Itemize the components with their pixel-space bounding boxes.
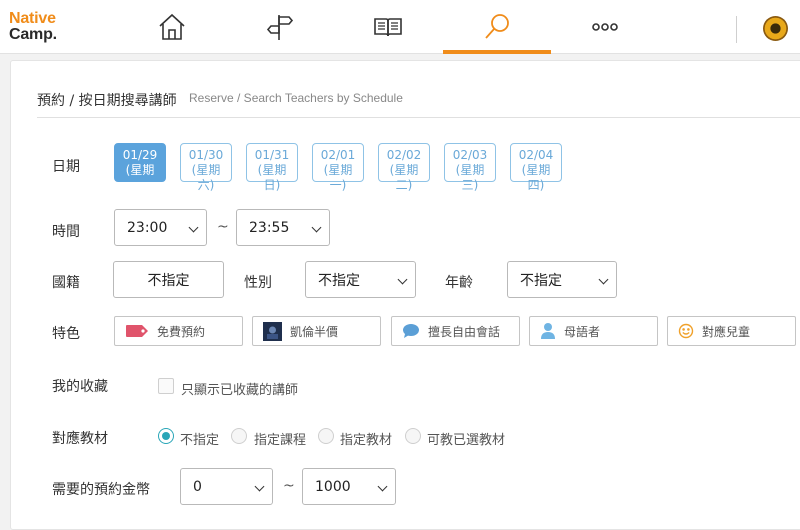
feature-free-reservation[interactable]: 免費預約 [114, 316, 243, 346]
nav-more[interactable] [551, 0, 659, 54]
more-icon [592, 23, 618, 31]
date-chip-day: (星期 [521, 163, 551, 177]
date-chip[interactable]: 01/29 (星期 [114, 143, 166, 182]
chevron-down-icon [397, 274, 408, 285]
date-chip-day: (星期 [389, 163, 419, 177]
date-chip-day: (星期 [455, 163, 485, 177]
user-avatar[interactable] [763, 16, 788, 41]
date-label: 日期 [52, 159, 80, 175]
chevron-down-icon [377, 481, 388, 492]
materials-option-label[interactable]: 指定教材 [340, 429, 392, 448]
feature-half-price[interactable]: 凱倫半價 [252, 316, 381, 346]
favorites-only-label[interactable]: 只顯示已收藏的講師 [181, 379, 298, 398]
top-header: Native Camp. [0, 0, 800, 54]
header-divider [736, 16, 737, 43]
date-chip-extra: 四) [527, 178, 545, 192]
materials-radio-course[interactable] [231, 428, 247, 444]
page-subtitle: Reserve / Search Teachers by Schedule [189, 91, 403, 105]
age-select[interactable]: 不指定 [507, 261, 617, 298]
date-chip-extra: 三) [461, 178, 479, 192]
materials-label: 對應教材 [52, 431, 108, 447]
favorites-label: 我的收藏 [52, 379, 108, 395]
date-chip[interactable]: 02/01 (星期 一) [312, 143, 364, 192]
date-chip[interactable]: 02/02 (星期 二) [378, 143, 430, 192]
favorites-only-checkbox[interactable] [158, 378, 174, 394]
chevron-down-icon [311, 222, 322, 233]
feature-native-speaker[interactable]: 母語者 [529, 316, 658, 346]
date-chip-date: 02/02 [386, 148, 422, 162]
features-label: 特色 [52, 326, 80, 342]
date-chip-date: 02/01 [320, 148, 356, 162]
nav-signpost[interactable] [226, 0, 334, 54]
smiley-icon [678, 323, 694, 339]
materials-option-label[interactable]: 指定課程 [254, 429, 306, 448]
date-chip-day: (星期 [191, 163, 221, 177]
age-label: 年齡 [445, 275, 473, 291]
date-chip-day: (星期 [323, 163, 353, 177]
search-icon [485, 14, 509, 39]
speech-bubble-icon [403, 324, 419, 338]
materials-option-label[interactable]: 不指定 [180, 429, 219, 448]
time-range-tilde: ~ [217, 219, 229, 235]
teacher-photo-icon [263, 321, 282, 341]
nationality-button[interactable]: 不指定 [113, 261, 224, 298]
signpost-icon [266, 15, 294, 40]
time-label: 時間 [52, 224, 80, 240]
time-to-select[interactable]: 23:55 [236, 209, 330, 246]
nationality-label: 國籍 [52, 275, 80, 291]
time-from-select[interactable]: 23:00 [114, 209, 207, 246]
date-chip-date: 01/31 [254, 148, 290, 162]
materials-radio-selected-textbook[interactable] [405, 428, 421, 444]
person-icon [541, 323, 555, 339]
date-chip[interactable]: 02/03 (星期 三) [444, 143, 496, 192]
feature-free-conversation[interactable]: 擅長自由會話 [391, 316, 520, 346]
date-chip-date: 01/29 [122, 148, 158, 162]
date-chip[interactable]: 01/30 (星期 六) [180, 143, 232, 192]
home-icon [159, 13, 185, 40]
date-chip-extra: 日) [263, 178, 281, 192]
materials-radio-textbook[interactable] [318, 428, 334, 444]
date-chip-day: (星期 [125, 163, 155, 177]
date-chip-day: (星期 [257, 163, 287, 177]
date-chip[interactable]: 01/31 (星期 日) [246, 143, 298, 192]
nav-home[interactable] [118, 0, 226, 54]
book-icon [374, 18, 402, 37]
materials-option-label[interactable]: 可教已選教材 [427, 429, 505, 448]
date-chip-extra: 六) [197, 178, 215, 192]
title-divider [37, 117, 800, 118]
date-chip-extra: 一) [329, 178, 347, 192]
chevron-down-icon [254, 481, 265, 492]
tag-icon [126, 325, 148, 337]
nav-textbook[interactable] [334, 0, 442, 54]
coins-from-select[interactable]: 0 [180, 468, 273, 505]
page-title: 預約 / 按日期搜尋講師 [37, 93, 177, 109]
coins-range-tilde: ~ [283, 478, 295, 494]
materials-radio-unspecified[interactable] [158, 428, 174, 444]
native-camp-logo[interactable]: Native Camp. [9, 11, 57, 43]
date-chip-date: 02/03 [452, 148, 488, 162]
gender-label: 性別 [244, 275, 272, 291]
date-chip-extra: 二) [395, 178, 413, 192]
coins-to-select[interactable]: 1000 [302, 468, 396, 505]
date-chip-date: 02/04 [518, 148, 554, 162]
chevron-down-icon [188, 222, 199, 233]
date-chip-date: 01/30 [188, 148, 224, 162]
coins-label: 需要的預約金幣 [52, 482, 150, 498]
feature-kids[interactable]: 對應兒童 [667, 316, 796, 346]
date-chip[interactable]: 02/04 (星期 四) [510, 143, 562, 192]
chevron-down-icon [598, 274, 609, 285]
gender-select[interactable]: 不指定 [305, 261, 416, 298]
nav-search[interactable] [443, 0, 551, 54]
